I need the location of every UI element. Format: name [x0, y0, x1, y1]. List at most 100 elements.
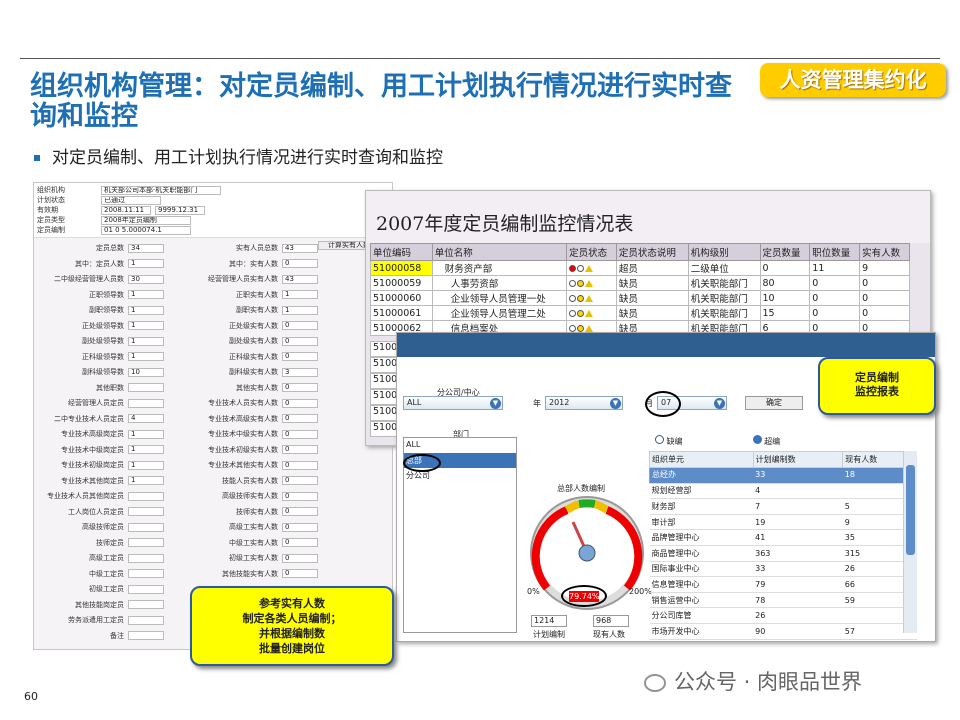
form-row: 其他职数 — [38, 383, 164, 393]
form-field-input[interactable] — [128, 569, 164, 578]
dept-item[interactable]: ALL — [404, 438, 516, 453]
confirm-button[interactable]: 确定 — [745, 396, 803, 410]
unit-table-row[interactable]: 商品管理中心 363 315 — [649, 545, 917, 562]
form-field-input[interactable] — [128, 615, 164, 625]
unit-code-cell[interactable]: 51000061 — [370, 305, 433, 321]
form-field-input[interactable] — [128, 522, 164, 532]
unit-code-cell[interactable]: 51000060 — [370, 290, 433, 306]
form-field-input[interactable]: 1 — [128, 259, 164, 268]
form-field-input[interactable]: 1 — [128, 305, 164, 315]
unit-table-row[interactable]: 品牌管理中心 41 35 — [649, 529, 917, 546]
report-row[interactable]: 51000058 财务资产部 超员 二级单位 0 11 9 — [370, 260, 910, 276]
year-select[interactable]: 2012 ▼ — [545, 396, 623, 410]
form-field-input[interactable] — [128, 553, 164, 563]
valid-to-field[interactable]: 9999.12.31 — [155, 205, 205, 215]
form-field-input[interactable]: 1 — [128, 321, 164, 330]
report-row[interactable]: 51000060 企业领导人员管理一处 缺员 机关职能部门 10 0 0 — [370, 290, 910, 306]
unit-table-row[interactable]: 规划经营部 4 — [649, 483, 917, 500]
form-field-input[interactable] — [128, 398, 164, 408]
chevron-down-icon[interactable]: ▼ — [714, 398, 725, 409]
form-field-input[interactable]: 43 — [282, 243, 318, 253]
form-field-input[interactable] — [128, 584, 164, 594]
unit-table-row[interactable]: 市场开发中心 90 57 — [649, 623, 917, 640]
form-field-input[interactable]: 1 — [128, 445, 164, 454]
form-field-input[interactable]: 1 — [282, 305, 318, 315]
form-field-input[interactable]: 0 — [282, 352, 318, 361]
form-field-input[interactable] — [128, 507, 164, 516]
form-field-label: 正处级实有人数 — [229, 321, 278, 330]
form-field-input[interactable]: 0 — [282, 522, 318, 532]
form-field-input[interactable]: 1 — [128, 290, 164, 299]
form-field-input[interactable]: 0 — [282, 321, 318, 330]
chevron-down-icon[interactable]: ▼ — [610, 398, 621, 409]
form-field-input[interactable]: 0 — [282, 259, 318, 268]
form-field-input[interactable]: 0 — [282, 460, 318, 470]
unit-code-cell[interactable]: 51000059 — [370, 275, 433, 291]
status-desc-cell: 缺员 — [615, 275, 689, 291]
quota-form-panel: 组织机构 机关部公司本部·机关职能部门 计划状态 已通过 有效期 2008.11.11… — [33, 182, 393, 650]
form-row: 初级工定员 — [38, 584, 164, 594]
chevron-down-icon[interactable]: ▼ — [490, 398, 501, 409]
report-row[interactable]: 51000059 人事劳资部 缺员 机关职能部门 80 0 0 — [370, 275, 910, 291]
form-field-input[interactable] — [128, 631, 164, 640]
form-field-input[interactable] — [128, 383, 164, 392]
form-field-input[interactable]: 0 — [282, 383, 318, 392]
report-row[interactable]: 51000061 企业领导人员管理二处 缺员 机关职能部门 15 0 0 — [370, 305, 910, 321]
form-field-input[interactable] — [128, 538, 164, 547]
unit-table-row[interactable]: 信息管理中心 79 66 — [649, 576, 917, 593]
unit-table-row[interactable]: 财务部 7 5 — [649, 498, 917, 515]
form-field-label: 副职实有人数 — [236, 306, 278, 314]
org-field[interactable]: 机关部公司本部·机关职能部门 — [101, 185, 221, 195]
positions-cell: 11 — [809, 260, 861, 276]
quota-code-field[interactable]: 01 0 5.000074.1 — [101, 225, 191, 235]
form-field-input[interactable] — [128, 600, 164, 609]
unit-table-row[interactable]: 国际事业中心 33 26 — [649, 561, 917, 578]
scrollbar-thumb[interactable] — [906, 465, 915, 555]
form-field-label: 副处级实有人数 — [229, 337, 278, 345]
form-field-label: 高级工定员 — [89, 554, 124, 562]
form-field-input[interactable]: 34 — [128, 243, 164, 253]
form-label: 组织机构 — [37, 186, 65, 194]
valid-from-field[interactable]: 2008.11.11 — [101, 205, 151, 215]
form-field-input[interactable]: 43 — [282, 274, 318, 284]
form-field-input[interactable]: 1 — [282, 290, 318, 299]
branch-select[interactable]: ALL ▼ — [403, 396, 503, 410]
form-field-input[interactable]: 30 — [128, 274, 164, 284]
radio-icon[interactable] — [752, 435, 762, 444]
radio-icon[interactable] — [655, 435, 664, 444]
form-field-input[interactable]: 10 — [128, 367, 164, 377]
month-highlight-ring — [645, 391, 681, 417]
form-field-input[interactable]: 1 — [128, 476, 164, 485]
unit-table-row[interactable]: 总经办 33 18 — [649, 467, 917, 484]
form-field-input[interactable]: 1 — [128, 352, 164, 361]
form-field-input[interactable]: 0 — [282, 445, 318, 454]
form-field-input[interactable]: 0 — [282, 476, 318, 485]
unit-table-row[interactable]: 审计部 19 9 — [649, 514, 917, 531]
form-field-input[interactable]: 1 — [128, 429, 164, 439]
form-field-input[interactable]: 0 — [282, 398, 318, 408]
form-field-input[interactable]: 1 — [128, 460, 164, 470]
form-field-input[interactable]: 0 — [282, 429, 318, 439]
form-field-input[interactable]: 3 — [282, 367, 318, 377]
form-field-input[interactable]: 0 — [282, 553, 318, 563]
form-field-input[interactable] — [128, 491, 164, 501]
unit-name-cell: 规划经营部 — [649, 483, 754, 500]
quota-type-field[interactable]: 2008年定员编制 — [101, 215, 191, 225]
status-lights-cell — [566, 260, 617, 276]
form-field-input[interactable]: 0 — [282, 507, 318, 516]
table-scrollbar[interactable] — [903, 451, 917, 633]
unit-table-row[interactable]: 销售运营中心 78 59 — [649, 592, 917, 609]
form-field-input[interactable]: 1 — [128, 336, 164, 346]
unit-code-cell[interactable]: 51000058 — [370, 260, 433, 276]
form-field-input[interactable]: 0 — [282, 491, 318, 501]
form-field-input[interactable]: 0 — [282, 414, 318, 423]
form-field-input[interactable]: 4 — [128, 414, 164, 423]
unit-table-row[interactable]: 分公司库管 26 — [649, 607, 917, 624]
plan-status-field[interactable]: 已通过 — [101, 195, 161, 205]
form-field-input[interactable]: 0 — [282, 569, 318, 578]
legend-short[interactable]: 缺编 — [655, 435, 683, 447]
form-field-input[interactable]: 0 — [282, 336, 318, 346]
unit-table-header: 组织单元 — [649, 451, 754, 468]
form-field-input[interactable]: 0 — [282, 538, 318, 547]
legend-over[interactable]: 超编 — [752, 435, 780, 447]
